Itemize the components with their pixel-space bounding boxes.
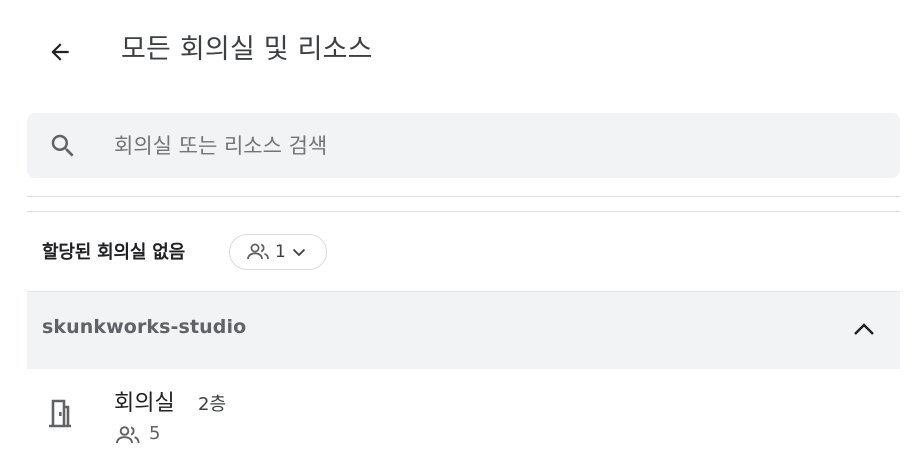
filter-row: 할당된 회의실 없음 xyxy=(42,232,185,270)
unassigned-rooms-label: 할당된 회의실 없음 xyxy=(42,242,186,263)
room-list-item[interactable] xyxy=(0,369,922,468)
collapse-group-button[interactable] xyxy=(847,312,881,346)
chevron-down-icon xyxy=(292,248,305,257)
room-floor: 2층 xyxy=(198,394,227,415)
search-icon xyxy=(51,134,74,157)
back-button[interactable] xyxy=(38,30,82,74)
people-icon xyxy=(116,426,140,444)
door-icon xyxy=(49,399,71,428)
group-header-skunkworks-studio[interactable]: skunkworks-studio xyxy=(27,291,900,369)
search-input[interactable] xyxy=(114,126,874,166)
app-header: 모든 회의실 및 리소스 xyxy=(0,0,922,100)
divider xyxy=(27,211,900,212)
room-capacity: 5 xyxy=(149,423,161,444)
chevron-up-icon xyxy=(854,323,874,335)
people-icon xyxy=(247,243,269,260)
arrow-back-icon xyxy=(51,43,69,61)
capacity-filter-chip[interactable]: 1 xyxy=(229,234,327,270)
divider xyxy=(27,196,900,197)
capacity-value: 1 xyxy=(275,242,286,262)
group-name: skunkworks-studio xyxy=(42,316,247,338)
page-title: 모든 회의실 및 리소스 xyxy=(121,34,373,65)
room-name: 회의실 xyxy=(114,391,175,416)
